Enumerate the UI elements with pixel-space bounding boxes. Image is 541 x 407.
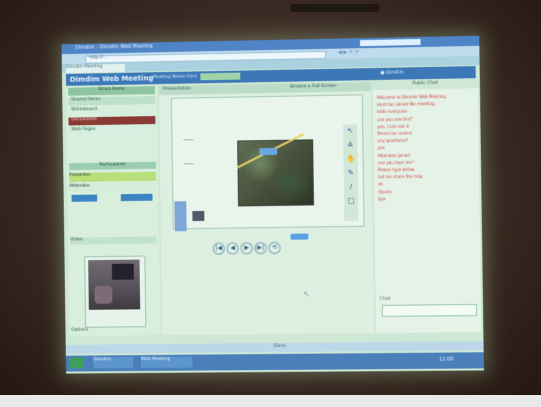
participant-action-button[interactable]	[71, 194, 98, 202]
first-page-icon[interactable]: |◀	[212, 242, 225, 255]
presentation-label: Presentation	[162, 86, 191, 92]
video-options[interactable]: Options	[71, 327, 158, 336]
document-mark	[183, 163, 194, 165]
browser-search-input[interactable]	[359, 38, 421, 47]
presentation-buttons[interactable]: Browse ▸ Full Screen	[290, 84, 336, 90]
participant-attendee[interactable]: Attendee	[69, 182, 157, 192]
hand-tool-icon[interactable]: ✋	[346, 155, 355, 163]
photo-border	[0, 395, 541, 407]
participant-invite-button[interactable]	[120, 193, 153, 202]
chat-message: bye	[378, 196, 386, 202]
webcam-person-shape	[94, 285, 113, 304]
map-label-annotation	[259, 147, 278, 156]
participant-presenter[interactable]: Presenter	[69, 171, 157, 183]
chat-messages: Welcome to Dimdim Web Meeting. Host has …	[377, 92, 476, 254]
left-panel-header: Share Items	[68, 86, 156, 96]
chat-input[interactable]	[381, 303, 478, 317]
last-page-icon[interactable]: ▶|	[254, 242, 267, 255]
document-small-image	[192, 210, 205, 222]
start-button[interactable]	[69, 357, 84, 369]
projection-photo: Dimdim - Dimdim Web Meeting http://... ◀…	[0, 0, 541, 407]
pen-tool-icon[interactable]: ✎	[347, 169, 355, 177]
webcam-window-shape	[111, 263, 134, 280]
browser-nav-icons[interactable]: ◀ ▶ ✕ ⟳	[338, 49, 359, 55]
projector-shadow	[290, 4, 380, 12]
status-text: Done	[273, 343, 286, 349]
video-header: Video	[70, 236, 158, 245]
pointer-tool-icon[interactable]: ↖	[346, 127, 354, 135]
app-title: Dimdim Web Meeting	[69, 74, 154, 84]
refresh-icon[interactable]: ⟲	[268, 241, 281, 255]
url-text: http://...	[89, 55, 108, 61]
meeting-id-badge	[200, 72, 241, 81]
header-right-links[interactable]: ● Dimdim	[381, 70, 404, 75]
left-item-documents[interactable]: Documents	[68, 116, 156, 126]
left-item-whiteboard[interactable]: Whiteboard	[68, 106, 156, 116]
mouse-cursor-icon: ↖	[303, 289, 311, 299]
meeting-info: Meeting Name Host	[152, 74, 198, 81]
chat-input-label: Chat	[379, 296, 391, 302]
left-item-shared-items[interactable]: Shared Items	[68, 96, 156, 106]
participants-header: Participants	[69, 161, 157, 171]
rectangle-tool-icon[interactable]: □	[347, 197, 355, 205]
projected-screen: Dimdim - Dimdim Web Meeting http://... ◀…	[61, 35, 484, 374]
taskbar-clock: 12:00	[439, 356, 454, 363]
taskbar-item[interactable]: Web Meeting	[140, 356, 193, 369]
left-item-web-pages[interactable]: Web Pages	[68, 125, 156, 136]
document-thumbnail	[174, 201, 187, 232]
document-mark	[183, 139, 194, 141]
play-icon[interactable]: ▶	[240, 242, 253, 255]
taskbar-item[interactable]: Dimdim	[93, 357, 134, 369]
line-tool-icon[interactable]: ∕	[347, 183, 355, 191]
text-tool-icon[interactable]: A	[346, 141, 354, 149]
browser-tab[interactable]: Dimdim Meeting	[65, 63, 126, 73]
previous-page-icon[interactable]: ◀	[226, 242, 239, 255]
